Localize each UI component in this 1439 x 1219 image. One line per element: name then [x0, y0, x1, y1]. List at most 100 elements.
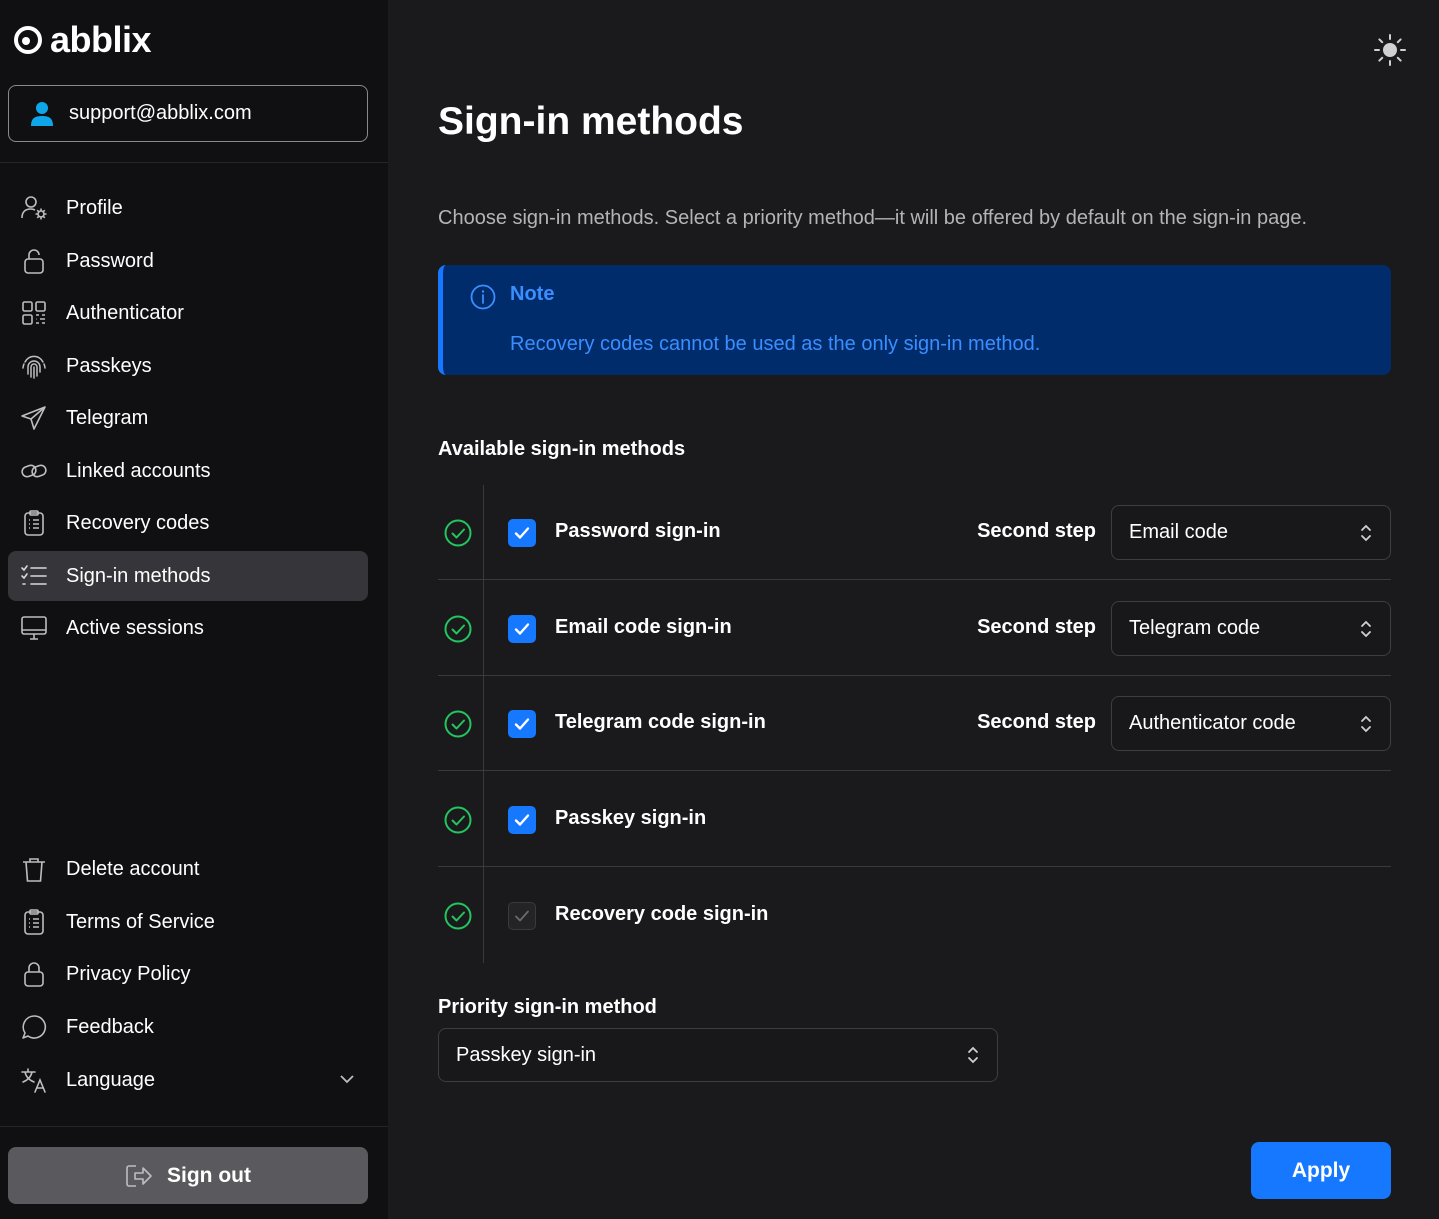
email-code-sign-in-checkbox[interactable] — [508, 615, 536, 643]
password-sign-in-checkbox[interactable] — [508, 519, 536, 547]
trash-icon — [20, 855, 48, 883]
message-circle-icon — [20, 1013, 48, 1041]
sidebar-item-authenticator[interactable]: Authenticator — [8, 288, 368, 338]
sidebar-item-label: Linked accounts — [66, 459, 211, 482]
sidebar-item-terms-of-service[interactable]: Terms of Service — [8, 897, 368, 947]
sidebar-divider — [0, 1126, 388, 1127]
sign-out-icon — [126, 1164, 152, 1187]
user-gear-icon — [20, 194, 48, 222]
sidebar-item-label: Language — [66, 1068, 155, 1091]
method-label: Email code sign-in — [555, 616, 732, 638]
method-row-passkey: Passkey sign-in — [438, 772, 1391, 867]
sidebar-item-feedback[interactable]: Feedback — [8, 1002, 368, 1052]
telegram-code-sign-in-checkbox[interactable] — [508, 710, 536, 738]
sidebar-item-privacy-policy[interactable]: Privacy Policy — [8, 949, 368, 999]
clipboard-list-icon — [20, 908, 48, 936]
note-title: Note — [510, 283, 555, 305]
info-icon — [470, 284, 496, 310]
apply-button[interactable]: Apply — [1251, 1142, 1391, 1199]
method-row-password: Password sign-in Second step Email code — [438, 485, 1391, 580]
sidebar-item-label: Recovery codes — [66, 511, 210, 534]
sidebar-item-label: Profile — [66, 196, 123, 219]
method-label: Telegram code sign-in — [555, 711, 766, 733]
sidebar-item-label: Password — [66, 249, 154, 272]
priority-method-label: Priority sign-in method — [438, 996, 657, 1018]
select-value: Telegram code — [1129, 617, 1261, 639]
sidebar-item-recovery-codes[interactable]: Recovery codes — [8, 498, 368, 548]
check-circle-icon — [444, 519, 472, 547]
chevron-up-down-icon — [1361, 620, 1371, 638]
sidebar-item-linked-accounts[interactable]: Linked accounts — [8, 446, 368, 496]
fingerprint-icon — [20, 352, 48, 380]
sidebar-divider — [0, 162, 388, 163]
sidebar-item-passkeys[interactable]: Passkeys — [8, 341, 368, 391]
sidebar-item-label: Privacy Policy — [66, 962, 191, 985]
note-text: Recovery codes cannot be used as the onl… — [510, 333, 1041, 355]
sidebar-item-delete-account[interactable]: Delete account — [8, 844, 368, 894]
sidebar-item-label: Delete account — [66, 857, 200, 880]
list-checks-icon — [20, 562, 48, 590]
page-title: Sign-in methods — [438, 100, 744, 143]
checkmark-icon — [514, 623, 530, 635]
checkmark-icon — [514, 718, 530, 730]
select-value: Authenticator code — [1129, 712, 1296, 734]
sidebar-item-telegram[interactable]: Telegram — [8, 393, 368, 443]
method-row-email-code: Email code sign-in Second step Telegram … — [438, 581, 1391, 676]
note-alert: Note Recovery codes cannot be used as th… — [438, 265, 1391, 375]
sidebar-item-profile[interactable]: Profile — [8, 183, 368, 233]
method-label: Recovery code sign-in — [555, 903, 769, 925]
abblix-logo-icon — [14, 26, 42, 54]
select-value: Email code — [1129, 521, 1228, 543]
sidebar-item-label: Terms of Service — [66, 910, 215, 933]
sidebar-item-password[interactable]: Password — [8, 236, 368, 286]
sidebar-item-active-sessions[interactable]: Active sessions — [8, 603, 368, 653]
monitor-icon — [20, 614, 48, 642]
clipboard-list-icon — [20, 509, 48, 537]
theme-toggle-sun-icon[interactable] — [1373, 33, 1407, 67]
sidebar-item-label: Passkeys — [66, 354, 152, 377]
passkey-sign-in-checkbox[interactable] — [508, 806, 536, 834]
brand-name: abblix — [50, 19, 152, 60]
check-circle-icon — [444, 710, 472, 738]
checkmark-icon — [514, 814, 530, 826]
sidebar-item-label: Authenticator — [66, 301, 184, 324]
lock-icon — [20, 960, 48, 988]
method-label: Passkey sign-in — [555, 807, 707, 829]
check-circle-icon — [444, 615, 472, 643]
method-label: Password sign-in — [555, 520, 721, 542]
second-step-label: Second step — [977, 616, 1096, 638]
second-step-select[interactable]: Telegram code — [1111, 601, 1391, 656]
sidebar-item-label: Sign-in methods — [66, 564, 211, 587]
link-icon — [20, 457, 48, 485]
check-circle-icon — [444, 902, 472, 930]
method-row-recovery-code: Recovery code sign-in — [438, 868, 1391, 963]
brand-logo[interactable]: abblix — [14, 19, 152, 60]
sidebar-item-language[interactable]: Language — [8, 1055, 368, 1105]
recovery-code-sign-in-checkbox — [508, 902, 536, 930]
row-divider — [438, 579, 1391, 580]
user-account-button[interactable]: support@abblix.com — [8, 85, 368, 142]
chevron-down-icon — [340, 1075, 354, 1084]
sidebar: abblix support@abblix.com Profile Passwo… — [0, 0, 388, 1219]
sign-out-button[interactable]: Sign out — [8, 1147, 368, 1204]
user-icon — [31, 101, 53, 126]
select-value: Passkey sign-in — [456, 1043, 597, 1066]
sidebar-item-label: Feedback — [66, 1015, 154, 1038]
page-description: Choose sign-in methods. Select a priorit… — [438, 207, 1308, 229]
row-divider — [438, 866, 1391, 867]
translate-icon — [20, 1066, 48, 1094]
row-divider — [438, 770, 1391, 771]
second-step-label: Second step — [977, 520, 1096, 542]
check-circle-icon — [444, 806, 472, 834]
sidebar-item-sign-in-methods[interactable]: Sign-in methods — [8, 551, 368, 601]
checkmark-icon — [515, 910, 529, 922]
second-step-select[interactable]: Authenticator code — [1111, 696, 1391, 751]
qr-code-icon — [20, 299, 48, 327]
sidebar-item-label: Active sessions — [66, 616, 204, 639]
available-methods-title: Available sign-in methods — [438, 438, 686, 460]
sign-out-label: Sign out — [167, 1163, 251, 1187]
user-email: support@abblix.com — [69, 102, 252, 124]
second-step-select[interactable]: Email code — [1111, 505, 1391, 560]
send-icon — [20, 404, 48, 432]
priority-method-select[interactable]: Passkey sign-in — [438, 1028, 998, 1082]
